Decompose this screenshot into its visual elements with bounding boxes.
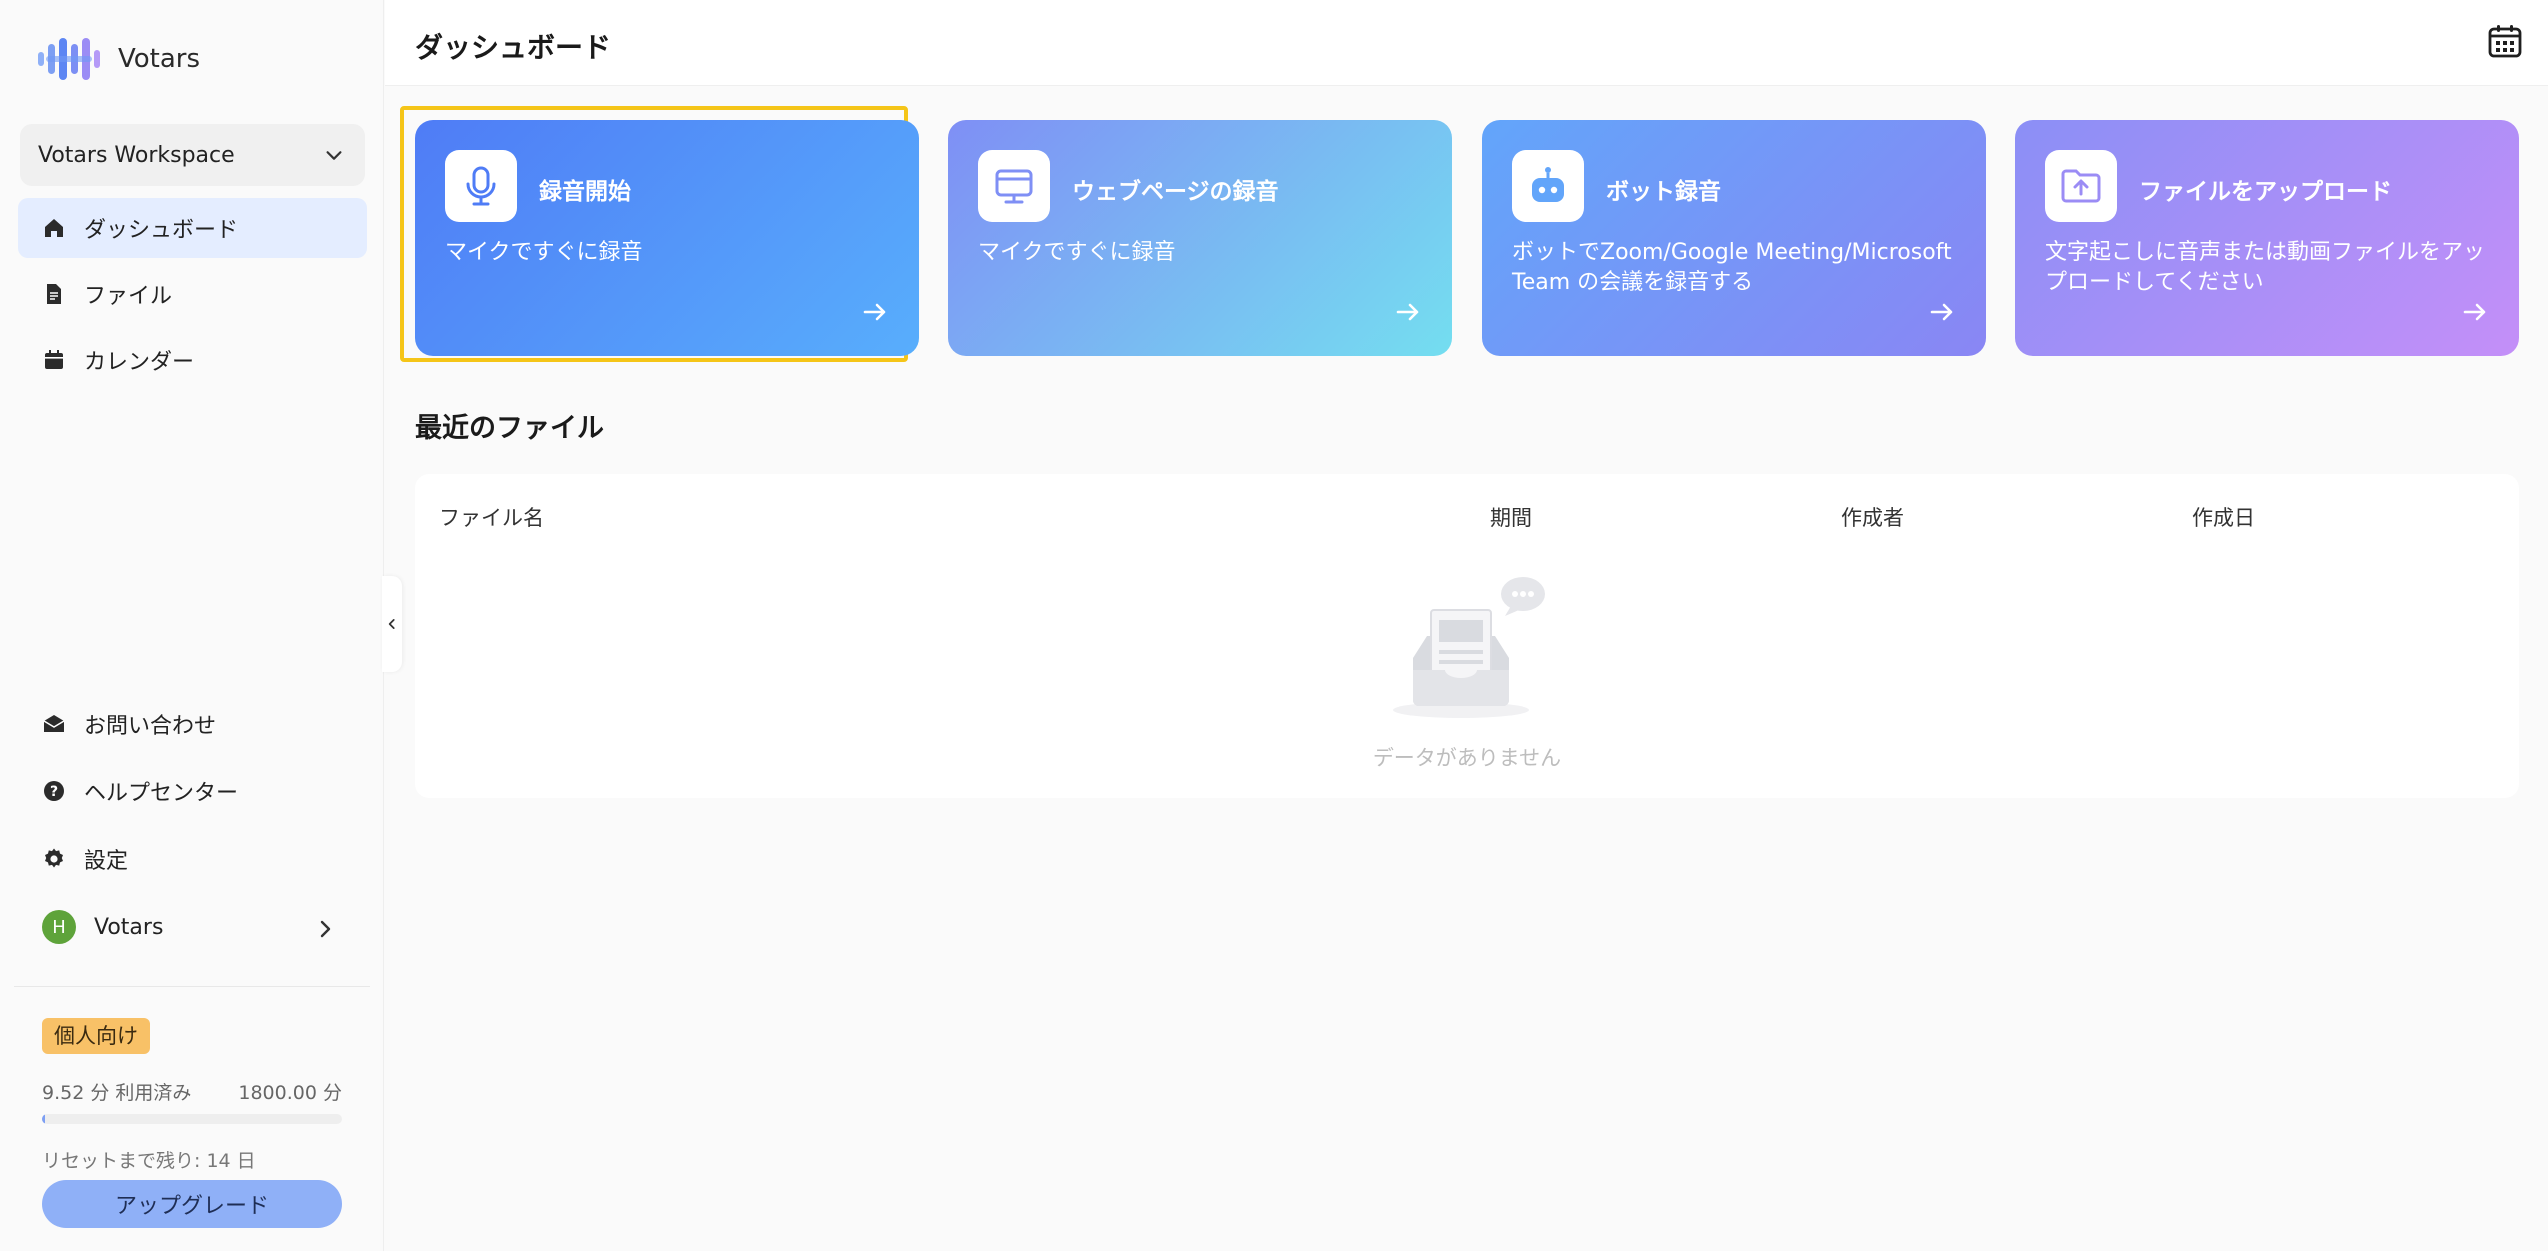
arrow-right-icon (863, 303, 886, 321)
column-header-creator[interactable]: 作成者 (1841, 502, 1904, 532)
card-title: 録音開始 (539, 179, 631, 205)
icon-box (2045, 150, 2117, 222)
sidebar: Votars Votars Workspace ダッシュボード ファイル カレン… (0, 0, 384, 1251)
usage-used: 9.52 分 利用済み (42, 1082, 192, 1104)
usage-progress-bar (42, 1114, 342, 1124)
top-bar: ダッシュボード (385, 0, 2548, 86)
sidebar-item-label: カレンダー (84, 350, 195, 375)
icon-box (978, 150, 1050, 222)
votars-logo-icon (38, 38, 100, 80)
calendar-icon (45, 350, 63, 369)
user-menu[interactable]: H Votars (18, 898, 367, 956)
icon-box (445, 150, 517, 222)
empty-state-text: データがありません (1372, 746, 1562, 770)
recent-files-table: ファイル名 期間 作成者 作成日 データがありません (415, 474, 2519, 798)
workspace-name: Votars Workspace (38, 142, 235, 168)
chevron-right-icon (320, 920, 331, 938)
sidebar-item-settings[interactable]: 設定 (18, 830, 367, 888)
file-icon (47, 284, 61, 304)
card-description: マイクですぐに録音 (978, 240, 1176, 265)
sidebar-item-contact[interactable]: お問い合わせ (18, 695, 367, 753)
usage-row: 9.52 分 利用済み 1800.00 分 (42, 1078, 342, 1105)
column-header-filename[interactable]: ファイル名 (439, 502, 544, 532)
sidebar-item-dashboard[interactable]: ダッシュボード (18, 198, 367, 258)
sidebar-item-help-center[interactable]: ? ヘルプセンター (18, 762, 367, 820)
empty-inbox-icon (1393, 577, 1545, 718)
workspace-select[interactable]: Votars Workspace (20, 124, 365, 186)
plan-badge: 個人向け (42, 1018, 150, 1054)
home-icon (45, 219, 63, 237)
main-content: ダッシュボード 録音開始 マイクですぐに録音 ウェブページの録音 マイクですぐに… (385, 0, 2548, 1251)
chevron-down-icon (326, 151, 342, 160)
usage-progress-fill (42, 1114, 45, 1124)
sidebar-item-label: 設定 (84, 849, 129, 874)
logo-text: Votars (118, 44, 201, 74)
sidebar-item-files[interactable]: ファイル (18, 264, 367, 324)
help-icon: ? (44, 781, 64, 801)
sidebar-item-label: ダッシュボード (84, 218, 239, 243)
start-recording-card[interactable]: 録音開始 マイクですぐに録音 (415, 120, 919, 356)
sidebar-item-label: ヘルプセンター (84, 781, 239, 806)
file-upload-card[interactable]: ファイルをアップロード 文字起こしに音声または動画ファイルをアップロードしてくだ… (2015, 120, 2519, 356)
sidebar-item-calendar[interactable]: カレンダー (18, 330, 367, 390)
webpage-recording-card[interactable]: ウェブページの録音 マイクですぐに録音 (948, 120, 1452, 356)
sidebar-item-label: ファイル (84, 284, 173, 309)
reset-text: リセットまで残り: 14 日 (42, 1150, 256, 1172)
folder-upload-icon (2061, 169, 2101, 203)
icon-box (1512, 150, 1584, 222)
page-title: ダッシュボード (415, 31, 612, 64)
svg-text:?: ? (50, 784, 58, 800)
logo[interactable]: Votars (36, 34, 200, 84)
column-header-created-date[interactable]: 作成日 (2192, 502, 2255, 532)
card-title: ウェブページの録音 (1072, 179, 1279, 205)
card-title: ボット録音 (1606, 179, 1721, 205)
upgrade-button[interactable]: アップグレード (42, 1180, 342, 1228)
arrow-right-icon (2463, 303, 2486, 321)
user-name: Votars (94, 914, 164, 940)
arrow-right-icon (1396, 303, 1419, 321)
avatar: H (42, 910, 76, 944)
mail-icon (43, 715, 65, 732)
robot-icon (1532, 167, 1564, 202)
divider (14, 986, 370, 987)
card-title: ファイルをアップロード (2139, 179, 2392, 205)
gear-icon (45, 848, 63, 868)
card-description: 文字起こしに音声または動画ファイルをアップロードしてください (2045, 240, 2486, 295)
bot-recording-card[interactable]: ボット録音 ボットでZoom/Google Meeting/Microsoft … (1482, 120, 1986, 356)
card-description: ボットでZoom/Google Meeting/Microsoft Team の… (1512, 240, 1952, 295)
usage-total: 1800.00 分 (238, 1082, 342, 1104)
sidebar-item-label: お問い合わせ (84, 714, 217, 739)
microphone-icon (466, 166, 496, 206)
calendar-grid-icon[interactable] (2486, 22, 2524, 60)
arrow-right-icon (1930, 303, 1953, 321)
card-description: マイクですぐに録音 (445, 240, 643, 265)
recent-files-title: 最近のファイル (415, 413, 604, 444)
monitor-icon (995, 169, 1033, 204)
column-header-duration[interactable]: 期間 (1490, 502, 1532, 532)
